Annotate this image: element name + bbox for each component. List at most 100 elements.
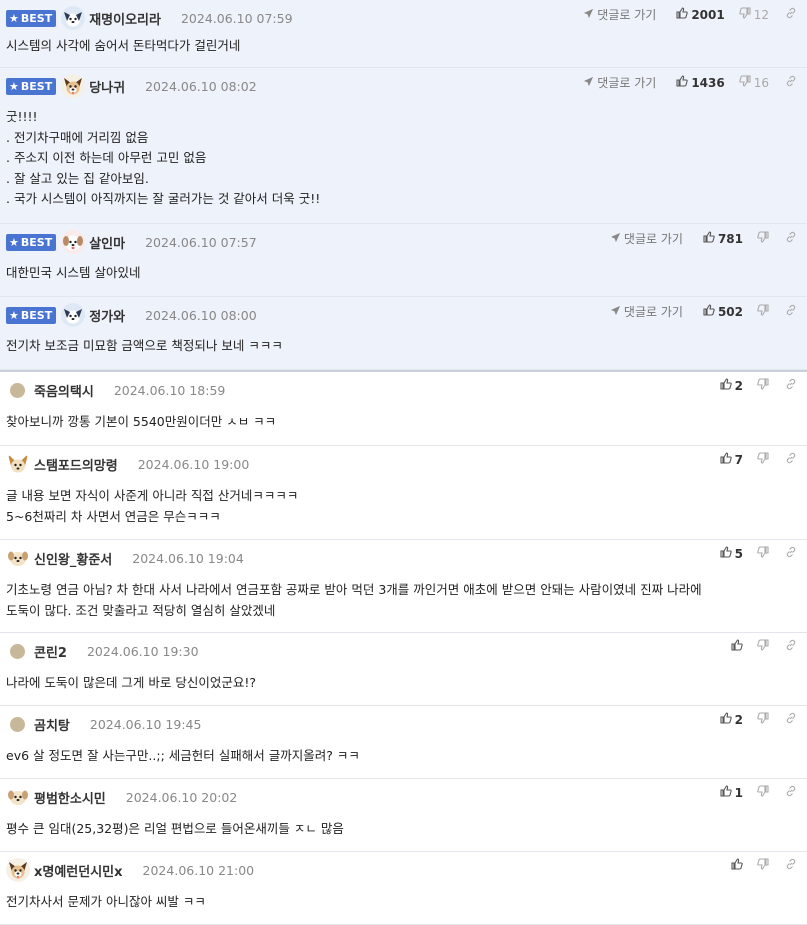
share-link-button[interactable] — [785, 75, 797, 90]
nickname[interactable]: 당나귀 — [89, 77, 125, 96]
downvote-button[interactable] — [757, 378, 769, 393]
reply-link[interactable]: 댓글로 가기 — [610, 230, 683, 247]
downvote-button[interactable] — [757, 639, 769, 654]
comment-header: 곰치탕 2024.06.10 19:45 — [6, 712, 201, 736]
share-link-button[interactable] — [785, 712, 797, 727]
avatar[interactable] — [6, 858, 34, 882]
comment-text: 시스템의 사각에 숨어서 돈타먹다가 걸린거네 — [6, 38, 241, 53]
comment-header: ★ BEST 살인마 2024.06.10 07:57 — [6, 230, 257, 254]
downvote-count: 12 — [753, 7, 769, 22]
comment-header: 죽음의택시 2024.06.10 18:59 — [6, 378, 225, 402]
reply-label: 댓글로 가기 — [623, 232, 683, 246]
upvote-count: 1436 — [691, 75, 725, 90]
downvote-button[interactable] — [757, 546, 769, 561]
share-link-button[interactable] — [785, 639, 797, 654]
downvote-button[interactable]: 16 — [739, 75, 769, 90]
thumbs-down-icon — [757, 231, 769, 246]
comment-date: 2024.06.10 08:00 — [145, 307, 257, 323]
downvote-button[interactable] — [757, 858, 769, 873]
comment-actions — [723, 639, 797, 654]
share-link-button[interactable] — [785, 378, 797, 393]
star-icon: ★ — [9, 308, 19, 322]
nickname[interactable]: 스탬포드의망령 — [34, 455, 118, 474]
nickname[interactable]: 곰치탕 — [34, 715, 70, 734]
best-label: BEST — [20, 11, 53, 25]
best-label: BEST — [20, 79, 53, 93]
avatar[interactable] — [6, 452, 34, 476]
comment-date: 2024.06.10 18:59 — [113, 382, 226, 398]
comment-actions: 댓글로 가기 502 — [610, 303, 797, 320]
comment-text: 전기차 보조금 미묘함 금액으로 책정되나 보네 ㅋㅋㅋ — [6, 338, 283, 353]
downvote-button[interactable]: 12 — [739, 7, 769, 22]
reply-label: 댓글로 가기 — [597, 76, 657, 90]
nickname[interactable]: 살인마 — [89, 233, 125, 252]
upvote-button[interactable]: 1436 — [676, 75, 725, 90]
nickname[interactable]: 재명이오리라 — [89, 9, 161, 28]
share-link-button[interactable] — [785, 785, 797, 800]
comment: 콘린2 2024.06.10 19:30 나라에 도둑이 많은데 그게 바로 당신이… — [0, 633, 807, 706]
upvote-button[interactable]: 2 — [720, 712, 743, 727]
reply-arrow-icon — [583, 76, 597, 90]
reply-link[interactable]: 댓글로 가기 — [610, 303, 683, 320]
avatar[interactable] — [6, 546, 34, 570]
downvote-button[interactable] — [757, 785, 769, 800]
downvote-count: 16 — [753, 75, 769, 90]
comment-header: 평범한소시민 2024.06.10 20:02 — [6, 785, 237, 809]
upvote-button[interactable]: 5 — [720, 546, 743, 561]
link-icon — [785, 639, 797, 654]
upvote-button[interactable] — [731, 858, 743, 873]
comment-actions: 댓글로 가기 781 — [610, 230, 797, 247]
nickname[interactable]: 정가와 — [89, 306, 125, 325]
comment-text: 굿!!!! . 전기차구매에 거리낌 없음 . 주소지 이전 하는데 아무런 고… — [6, 109, 321, 206]
reply-link[interactable]: 댓글로 가기 — [583, 74, 656, 91]
comment-header: 신인왕_황준서 2024.06.10 19:04 — [6, 546, 244, 570]
downvote-button[interactable] — [757, 231, 769, 246]
comment-date: 2024.06.10 19:45 — [89, 716, 202, 732]
share-link-button[interactable] — [785, 7, 797, 22]
upvote-button[interactable]: 1 — [720, 785, 743, 800]
comment-list: ★ BEST 재명이오리라 2024.06.10 07:59 댓글로 가기 2001 12 시… — [0, 0, 807, 925]
upvote-button[interactable]: 2001 — [676, 7, 725, 22]
share-link-button[interactable] — [785, 452, 797, 467]
share-link-button[interactable] — [785, 304, 797, 319]
avatar-dot-icon — [10, 382, 25, 398]
upvote-button[interactable]: 2 — [720, 378, 743, 393]
downvote-button[interactable] — [757, 712, 769, 727]
thumbs-up-icon — [731, 858, 743, 873]
thumbs-up-icon — [703, 304, 715, 319]
avatar[interactable] — [6, 785, 34, 809]
reply-link[interactable]: 댓글로 가기 — [583, 6, 656, 23]
nickname[interactable]: 신인왕_황준서 — [34, 549, 112, 568]
share-link-button[interactable] — [785, 546, 797, 561]
upvote-count: 502 — [717, 304, 743, 319]
star-icon: ★ — [9, 11, 19, 25]
link-icon — [785, 546, 797, 561]
comment-actions: 5 — [712, 546, 797, 561]
avatar[interactable] — [61, 230, 89, 254]
upvote-count: 2 — [734, 712, 743, 727]
upvote-button[interactable] — [731, 639, 743, 654]
nickname[interactable]: 콘린2 — [34, 642, 67, 661]
comment: 곰치탕 2024.06.10 19:45 2 ev6 살 정도면 잘 사는구만..;;… — [0, 706, 807, 779]
comment-date: 2024.06.10 21:00 — [142, 862, 255, 878]
comment-text: 기초노령 연금 아님? 차 한대 사서 나라에서 연금포함 공짜로 받아 먹던 … — [6, 582, 702, 618]
nickname[interactable]: 죽음의택시 — [34, 381, 94, 400]
nickname[interactable]: x명예런던시민x — [34, 861, 123, 880]
upvote-button[interactable]: 502 — [703, 304, 743, 319]
avatar[interactable] — [61, 74, 89, 98]
share-link-button[interactable] — [785, 231, 797, 246]
thumbs-up-icon — [731, 639, 743, 654]
share-link-button[interactable] — [785, 858, 797, 873]
downvote-button[interactable] — [757, 304, 769, 319]
downvote-button[interactable] — [757, 452, 769, 467]
avatar[interactable] — [61, 303, 89, 327]
link-icon — [785, 452, 797, 467]
thumbs-down-icon — [757, 546, 769, 561]
upvote-button[interactable]: 781 — [703, 231, 743, 246]
upvote-button[interactable]: 7 — [720, 452, 743, 467]
comment-text: 평수 큰 임대(25,32평)은 리얼 편법으로 들어온새끼들 ㅈㄴ 많음 — [6, 821, 344, 836]
comment-actions: 2 — [712, 712, 797, 727]
avatar[interactable] — [61, 6, 89, 30]
comment-header: ★ BEST 재명이오리라 2024.06.10 07:59 — [6, 6, 293, 30]
nickname[interactable]: 평범한소시민 — [34, 788, 106, 807]
